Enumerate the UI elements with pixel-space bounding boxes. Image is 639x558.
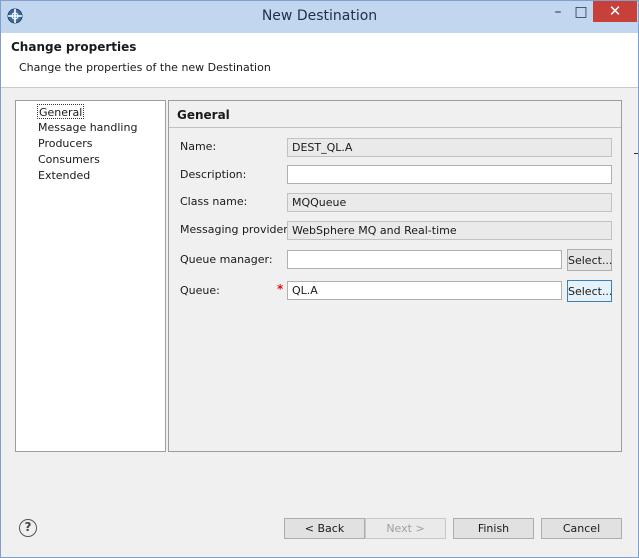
messaging-provider-label: Messaging provider:	[180, 223, 292, 236]
queue-field[interactable]	[287, 281, 562, 300]
class-name-field[interactable]	[287, 193, 612, 212]
tree-item-consumers[interactable]: Consumers	[37, 152, 101, 167]
tree-item-extended[interactable]: Extended	[37, 168, 91, 183]
queue-manager-label: Queue manager:	[180, 253, 273, 266]
header-title: Change properties	[11, 40, 137, 54]
required-marker: *	[277, 282, 284, 296]
queue-manager-field[interactable]	[287, 250, 562, 269]
minimize-icon[interactable]: –	[547, 3, 569, 23]
wizard-header: Change properties Change the properties …	[1, 33, 638, 88]
general-panel: General Name: Description: Class name: M…	[168, 100, 622, 452]
next-button[interactable]: Next >	[365, 518, 446, 539]
description-label: Description:	[180, 168, 247, 181]
header-description: Change the properties of the new Destina…	[19, 61, 271, 74]
queue-label: Queue:	[180, 284, 220, 297]
title-bar[interactable]: New Destination – □ ✕	[1, 1, 638, 33]
window-title: New Destination	[261, 8, 378, 24]
maximize-icon[interactable]: □	[570, 3, 592, 23]
property-tree: General Message handling Producers Consu…	[15, 100, 166, 452]
name-label: Name:	[180, 140, 217, 153]
queue-select-button[interactable]: Select...	[567, 280, 612, 302]
new-destination-dialog: New Destination – □ ✕ Change properties …	[0, 0, 639, 558]
messaging-provider-field[interactable]	[287, 221, 612, 240]
description-field[interactable]	[287, 165, 612, 184]
close-icon[interactable]: ✕	[593, 1, 637, 22]
help-icon[interactable]: ?	[19, 519, 37, 537]
edge-mark	[634, 153, 638, 154]
tree-item-message-handling[interactable]: Message handling	[37, 120, 138, 135]
class-name-label: Class name:	[180, 195, 248, 208]
finish-button[interactable]: Finish	[453, 518, 534, 539]
tree-item-general[interactable]: General	[37, 104, 85, 119]
name-field[interactable]	[287, 138, 612, 157]
panel-title: General	[169, 101, 621, 128]
queue-manager-select-button[interactable]: Select...	[567, 249, 612, 271]
cancel-button[interactable]: Cancel	[541, 518, 622, 539]
back-button[interactable]: < Back	[284, 518, 365, 539]
tree-item-producers[interactable]: Producers	[37, 136, 93, 151]
